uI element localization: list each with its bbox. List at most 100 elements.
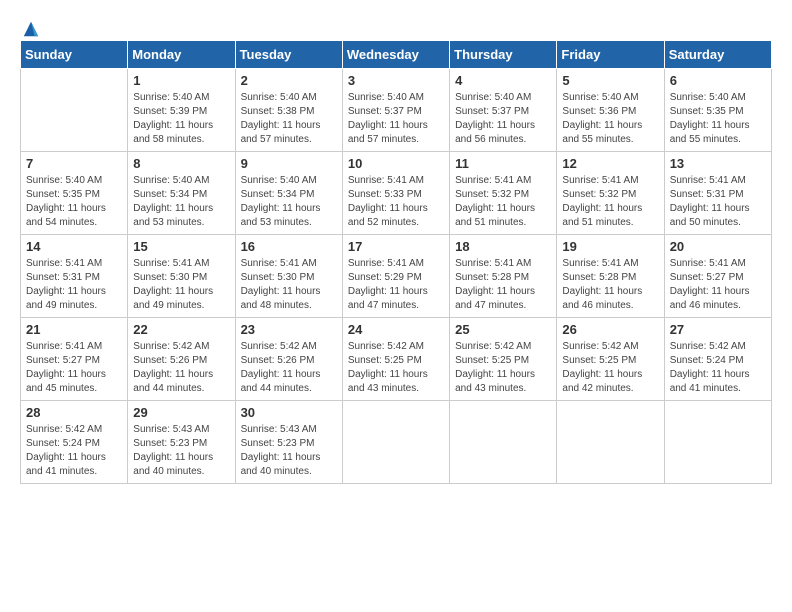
calendar-header-sunday: Sunday xyxy=(21,41,128,69)
calendar-cell: 3 Sunrise: 5:40 AMSunset: 5:37 PMDaylight… xyxy=(342,69,449,152)
day-number: 20 xyxy=(670,239,766,254)
day-number: 8 xyxy=(133,156,229,171)
day-number: 6 xyxy=(670,73,766,88)
calendar-cell: 25 Sunrise: 5:42 AMSunset: 5:25 PMDayligh… xyxy=(450,318,557,401)
calendar-cell: 2 Sunrise: 5:40 AMSunset: 5:38 PMDaylight… xyxy=(235,69,342,152)
calendar-week-row: 14 Sunrise: 5:41 AMSunset: 5:31 PMDayligh… xyxy=(21,235,772,318)
calendar-cell: 27 Sunrise: 5:42 AMSunset: 5:24 PMDayligh… xyxy=(664,318,771,401)
day-info: Sunrise: 5:42 AMSunset: 5:25 PMDaylight:… xyxy=(455,340,551,396)
day-info: Sunrise: 5:41 AMSunset: 5:30 PMDaylight:… xyxy=(241,257,337,313)
day-info: Sunrise: 5:42 AMSunset: 5:24 PMDaylight:… xyxy=(670,340,766,396)
day-info: Sunrise: 5:41 AMSunset: 5:31 PMDaylight:… xyxy=(670,174,766,230)
logo xyxy=(20,20,40,32)
calendar-cell: 9Sunrise: 5:40 AMSunset: 5:34 PMDaylight… xyxy=(235,152,342,235)
day-info: Sunrise: 5:43 AMSunset: 5:23 PMDaylight:… xyxy=(241,423,337,479)
calendar-cell: 14 Sunrise: 5:41 AMSunset: 5:31 PMDayligh… xyxy=(21,235,128,318)
calendar-cell xyxy=(342,401,449,484)
calendar-cell: 4 Sunrise: 5:40 AMSunset: 5:37 PMDaylight… xyxy=(450,69,557,152)
calendar-cell xyxy=(557,401,664,484)
day-info: Sunrise: 5:40 AMSunset: 5:34 PMDaylight:… xyxy=(133,174,229,230)
day-info: Sunrise: 5:42 AMSunset: 5:26 PMDaylight:… xyxy=(133,340,229,396)
day-info: Sunrise: 5:41 AMSunset: 5:31 PMDaylight:… xyxy=(26,257,122,313)
day-number: 11 xyxy=(455,156,551,171)
calendar-header-row: SundayMondayTuesdayWednesdayThursdayFrid… xyxy=(21,41,772,69)
day-info: Sunrise: 5:40 AMSunset: 5:37 PMDaylight:… xyxy=(455,91,551,147)
day-number: 2 xyxy=(241,73,337,88)
calendar-cell: 21Sunrise: 5:41 AMSunset: 5:27 PMDayligh… xyxy=(21,318,128,401)
day-number: 22 xyxy=(133,322,229,337)
day-number: 29 xyxy=(133,405,229,420)
calendar-header-friday: Friday xyxy=(557,41,664,69)
calendar-cell xyxy=(664,401,771,484)
day-number: 23 xyxy=(241,322,337,337)
day-number: 26 xyxy=(562,322,658,337)
calendar-cell: 22 Sunrise: 5:42 AMSunset: 5:26 PMDayligh… xyxy=(128,318,235,401)
day-info: Sunrise: 5:40 AMSunset: 5:36 PMDaylight:… xyxy=(562,91,658,147)
calendar-cell: 1 Sunrise: 5:40 AMSunset: 5:39 PMDaylight… xyxy=(128,69,235,152)
day-number: 18 xyxy=(455,239,551,254)
calendar-cell xyxy=(450,401,557,484)
day-number: 5 xyxy=(562,73,658,88)
calendar-cell: 8 Sunrise: 5:40 AMSunset: 5:34 PMDaylight… xyxy=(128,152,235,235)
calendar-cell: 17Sunrise: 5:41 AMSunset: 5:29 PMDayligh… xyxy=(342,235,449,318)
calendar-cell: 15 Sunrise: 5:41 AMSunset: 5:30 PMDayligh… xyxy=(128,235,235,318)
day-number: 30 xyxy=(241,405,337,420)
day-number: 27 xyxy=(670,322,766,337)
calendar-week-row: 1 Sunrise: 5:40 AMSunset: 5:39 PMDaylight… xyxy=(21,69,772,152)
day-number: 4 xyxy=(455,73,551,88)
day-info: Sunrise: 5:42 AMSunset: 5:24 PMDaylight:… xyxy=(26,423,122,479)
calendar-cell: 19Sunrise: 5:41 AMSunset: 5:28 PMDayligh… xyxy=(557,235,664,318)
day-info: Sunrise: 5:41 AMSunset: 5:27 PMDaylight:… xyxy=(670,257,766,313)
calendar-cell: 29 Sunrise: 5:43 AMSunset: 5:23 PMDayligh… xyxy=(128,401,235,484)
day-number: 3 xyxy=(348,73,444,88)
day-info: Sunrise: 5:40 AMSunset: 5:35 PMDaylight:… xyxy=(670,91,766,147)
calendar-cell: 23 Sunrise: 5:42 AMSunset: 5:26 PMDayligh… xyxy=(235,318,342,401)
calendar-cell: 16Sunrise: 5:41 AMSunset: 5:30 PMDayligh… xyxy=(235,235,342,318)
calendar-header-tuesday: Tuesday xyxy=(235,41,342,69)
calendar-cell: 26 Sunrise: 5:42 AMSunset: 5:25 PMDayligh… xyxy=(557,318,664,401)
day-number: 24 xyxy=(348,322,444,337)
day-info: Sunrise: 5:40 AMSunset: 5:35 PMDaylight:… xyxy=(26,174,122,230)
day-number: 1 xyxy=(133,73,229,88)
day-info: Sunrise: 5:42 AMSunset: 5:26 PMDaylight:… xyxy=(241,340,337,396)
calendar-cell: 12Sunrise: 5:41 AMSunset: 5:32 PMDayligh… xyxy=(557,152,664,235)
day-info: Sunrise: 5:40 AMSunset: 5:37 PMDaylight:… xyxy=(348,91,444,147)
calendar-cell: 28Sunrise: 5:42 AMSunset: 5:24 PMDayligh… xyxy=(21,401,128,484)
day-number: 21 xyxy=(26,322,122,337)
calendar-week-row: 28Sunrise: 5:42 AMSunset: 5:24 PMDayligh… xyxy=(21,401,772,484)
day-info: Sunrise: 5:43 AMSunset: 5:23 PMDaylight:… xyxy=(133,423,229,479)
calendar-week-row: 21Sunrise: 5:41 AMSunset: 5:27 PMDayligh… xyxy=(21,318,772,401)
calendar-cell xyxy=(21,69,128,152)
calendar-cell: 30 Sunrise: 5:43 AMSunset: 5:23 PMDayligh… xyxy=(235,401,342,484)
day-number: 7 xyxy=(26,156,122,171)
day-number: 19 xyxy=(562,239,658,254)
page-header xyxy=(20,20,772,32)
day-info: Sunrise: 5:40 AMSunset: 5:38 PMDaylight:… xyxy=(241,91,337,147)
calendar-cell: 13 Sunrise: 5:41 AMSunset: 5:31 PMDayligh… xyxy=(664,152,771,235)
calendar-header-monday: Monday xyxy=(128,41,235,69)
logo-icon xyxy=(22,20,40,38)
calendar-header-saturday: Saturday xyxy=(664,41,771,69)
calendar-table: SundayMondayTuesdayWednesdayThursdayFrid… xyxy=(20,40,772,484)
day-info: Sunrise: 5:42 AMSunset: 5:25 PMDaylight:… xyxy=(562,340,658,396)
calendar-cell: 11Sunrise: 5:41 AMSunset: 5:32 PMDayligh… xyxy=(450,152,557,235)
day-number: 15 xyxy=(133,239,229,254)
calendar-cell: 24 Sunrise: 5:42 AMSunset: 5:25 PMDayligh… xyxy=(342,318,449,401)
calendar-cell: 7 Sunrise: 5:40 AMSunset: 5:35 PMDaylight… xyxy=(21,152,128,235)
day-number: 25 xyxy=(455,322,551,337)
calendar-cell: 10Sunrise: 5:41 AMSunset: 5:33 PMDayligh… xyxy=(342,152,449,235)
day-info: Sunrise: 5:40 AMSunset: 5:34 PMDaylight:… xyxy=(241,174,337,230)
day-info: Sunrise: 5:40 AMSunset: 5:39 PMDaylight:… xyxy=(133,91,229,147)
calendar-cell: 18 Sunrise: 5:41 AMSunset: 5:28 PMDayligh… xyxy=(450,235,557,318)
day-info: Sunrise: 5:42 AMSunset: 5:25 PMDaylight:… xyxy=(348,340,444,396)
calendar-cell: 20 Sunrise: 5:41 AMSunset: 5:27 PMDayligh… xyxy=(664,235,771,318)
day-info: Sunrise: 5:41 AMSunset: 5:33 PMDaylight:… xyxy=(348,174,444,230)
day-info: Sunrise: 5:41 AMSunset: 5:32 PMDaylight:… xyxy=(562,174,658,230)
day-info: Sunrise: 5:41 AMSunset: 5:30 PMDaylight:… xyxy=(133,257,229,313)
day-number: 17 xyxy=(348,239,444,254)
calendar-header-wednesday: Wednesday xyxy=(342,41,449,69)
day-number: 13 xyxy=(670,156,766,171)
calendar-header-thursday: Thursday xyxy=(450,41,557,69)
day-number: 14 xyxy=(26,239,122,254)
day-info: Sunrise: 5:41 AMSunset: 5:28 PMDaylight:… xyxy=(455,257,551,313)
